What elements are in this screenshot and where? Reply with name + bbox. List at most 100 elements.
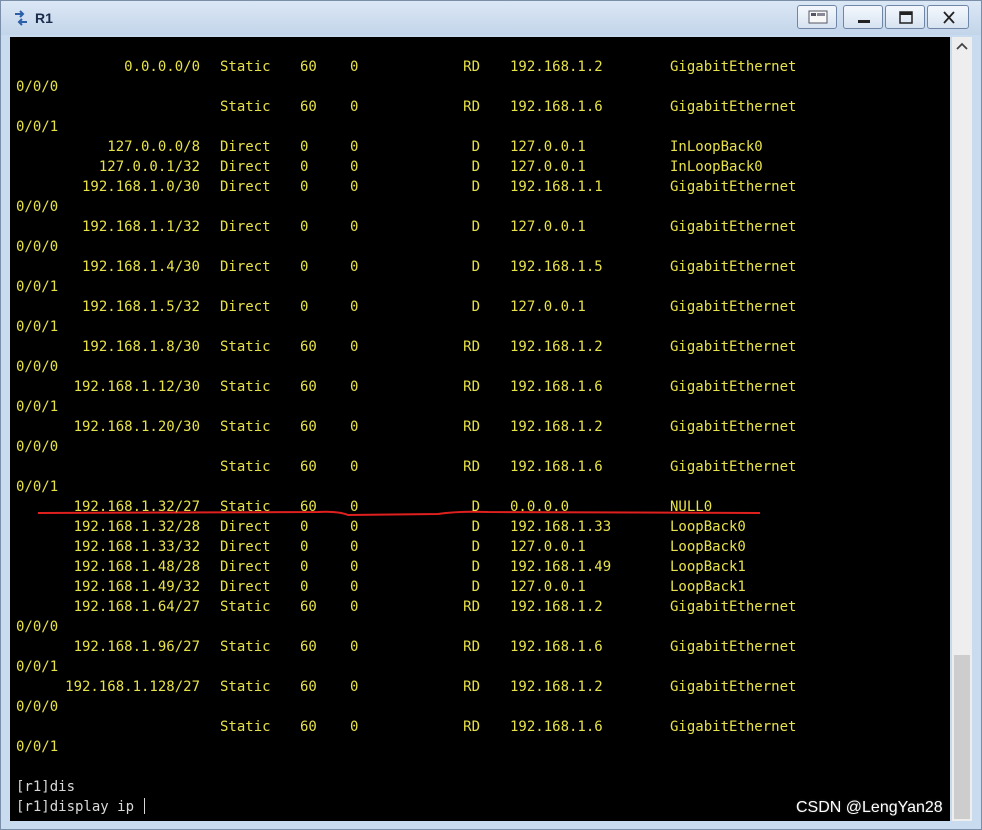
- route-flags: RD: [463, 679, 480, 695]
- route-dest: 127.0.0.1/32: [98, 159, 200, 175]
- route-flags: RD: [463, 459, 480, 475]
- route-iface: InLoopBack0: [670, 159, 763, 175]
- route-nexthop: 127.0.0.1: [510, 219, 586, 235]
- route-pre: 0: [300, 159, 309, 175]
- command-text: [r1]display ip: [16, 799, 143, 815]
- route-proto: Direct: [220, 259, 271, 275]
- route-row: Static 60 0 RD 192.168.1.6 GigabitEthernet: [16, 457, 946, 477]
- route-cost: 0: [350, 519, 359, 535]
- route-cost: 0: [350, 219, 359, 235]
- window-title: R1: [35, 10, 53, 26]
- route-nexthop: 127.0.0.1: [510, 539, 586, 555]
- route-dest: 192.168.1.0/30: [81, 179, 200, 195]
- chevron-up-icon[interactable]: [952, 37, 972, 57]
- route-row: 192.168.1.5/32 Direct 0 0 D 127.0.0.1 GigabitE…: [16, 297, 946, 317]
- route-nexthop: 127.0.0.1: [510, 159, 586, 175]
- route-flags: D: [471, 579, 480, 595]
- close-button[interactable]: [927, 5, 969, 29]
- route-iface-continuation: 0/0/0: [16, 359, 59, 375]
- route-iface: LoopBack0: [670, 539, 746, 555]
- route-flags: RD: [463, 339, 480, 355]
- route-proto: Direct: [220, 299, 271, 315]
- route-row: 192.168.1.33/32 Direct 0 0 D 127.0.0.1 LoopBac…: [16, 537, 946, 557]
- route-flags: D: [471, 139, 480, 155]
- route-pre: 60: [300, 339, 317, 355]
- route-iface-continuation: 0/0/1: [16, 659, 59, 675]
- maximize-button[interactable]: [885, 5, 925, 29]
- route-nexthop: 127.0.0.1: [510, 579, 586, 595]
- route-iface: GigabitEthernet: [670, 679, 797, 695]
- route-row: 127.0.0.0/8 Direct 0 0 D 127.0.0.1 InLoopBack0: [16, 137, 946, 157]
- route-flags: RD: [463, 719, 480, 735]
- route-dest: 192.168.1.32/27: [73, 499, 200, 515]
- route-iface-continuation: 0/0/1: [16, 479, 59, 495]
- scroll-thumb[interactable]: [954, 655, 970, 819]
- route-nexthop: 192.168.1.5: [510, 259, 603, 275]
- route-proto: Direct: [220, 539, 271, 555]
- restore-button[interactable]: [797, 5, 837, 29]
- restore-icon: [808, 10, 828, 24]
- route-iface-continuation: 0/0/0: [16, 199, 59, 215]
- router-icon: [15, 10, 27, 26]
- route-cost: 0: [350, 579, 359, 595]
- route-proto: Direct: [220, 219, 271, 235]
- route-pre: 60: [300, 59, 317, 75]
- route-pre: 60: [300, 419, 317, 435]
- route-pre: 0: [300, 219, 309, 235]
- route-pre: 60: [300, 459, 317, 475]
- command-line: [r1]display ip: [16, 797, 146, 817]
- route-flags: D: [471, 259, 480, 275]
- terminal-output[interactable]: 0.0.0.0/0 Static 60 0 RD 192.168.1.2 GigabitEt…: [10, 37, 950, 821]
- route-flags: D: [471, 299, 480, 315]
- route-pre: 0: [300, 579, 309, 595]
- command-text: [r1]dis: [16, 779, 76, 795]
- route-dest: 192.168.1.1/32: [81, 219, 200, 235]
- watermark: CSDN @LengYan28: [796, 799, 943, 816]
- route-cost: 0: [350, 599, 359, 615]
- route-cost: 0: [350, 179, 359, 195]
- route-nexthop: 192.168.1.1: [510, 179, 603, 195]
- close-icon: [943, 11, 955, 24]
- minimize-button[interactable]: [843, 5, 883, 29]
- title-bar[interactable]: R1: [1, 1, 981, 35]
- route-cost: 0: [350, 639, 359, 655]
- route-flags: D: [471, 539, 480, 555]
- route-iface: GigabitEthernet: [670, 719, 797, 735]
- route-proto: Direct: [220, 519, 271, 535]
- route-pre: 0: [300, 179, 309, 195]
- route-dest: 0.0.0.0/0: [124, 59, 200, 75]
- route-iface: GigabitEthernet: [670, 459, 797, 475]
- route-cost: 0: [350, 499, 359, 515]
- route-cost: 0: [350, 419, 359, 435]
- route-iface: NULL0: [670, 499, 713, 515]
- route-dest: 127.0.0.0/8: [107, 139, 200, 155]
- route-flags: D: [471, 499, 480, 515]
- route-flags: RD: [463, 599, 480, 615]
- route-pre: 0: [300, 299, 309, 315]
- route-pre: 0: [300, 259, 309, 275]
- route-row: 192.168.1.64/27 Static 60 0 RD 192.168.1.2 Gig…: [16, 597, 946, 617]
- route-iface-continuation: 0/0/1: [16, 739, 59, 755]
- route-pre: 60: [300, 679, 317, 695]
- route-cost: 0: [350, 539, 359, 555]
- console-window: R1 0.0.0.0/0 Static 60 0 RD 192.168.1.2 …: [0, 0, 982, 830]
- route-flags: RD: [463, 379, 480, 395]
- route-pre: 0: [300, 139, 309, 155]
- route-proto: Static: [220, 679, 271, 695]
- route-proto: Direct: [220, 159, 271, 175]
- route-cost: 0: [350, 339, 359, 355]
- route-pre: 60: [300, 499, 317, 515]
- route-dest: 192.168.1.96/27: [73, 639, 200, 655]
- route-nexthop: 192.168.1.2: [510, 59, 603, 75]
- vertical-scrollbar[interactable]: [951, 37, 972, 821]
- route-iface-continuation: 0/0/0: [16, 239, 59, 255]
- route-row: 192.168.1.96/27 Static 60 0 RD 192.168.1.6 Gig…: [16, 637, 946, 657]
- route-pre: 0: [300, 519, 309, 535]
- route-dest: 192.168.1.49/32: [73, 579, 200, 595]
- route-pre: 60: [300, 99, 317, 115]
- route-iface-continuation: 0/0/0: [16, 79, 59, 95]
- route-cost: 0: [350, 719, 359, 735]
- route-nexthop: 192.168.1.2: [510, 339, 603, 355]
- route-cost: 0: [350, 59, 359, 75]
- route-proto: Direct: [220, 179, 271, 195]
